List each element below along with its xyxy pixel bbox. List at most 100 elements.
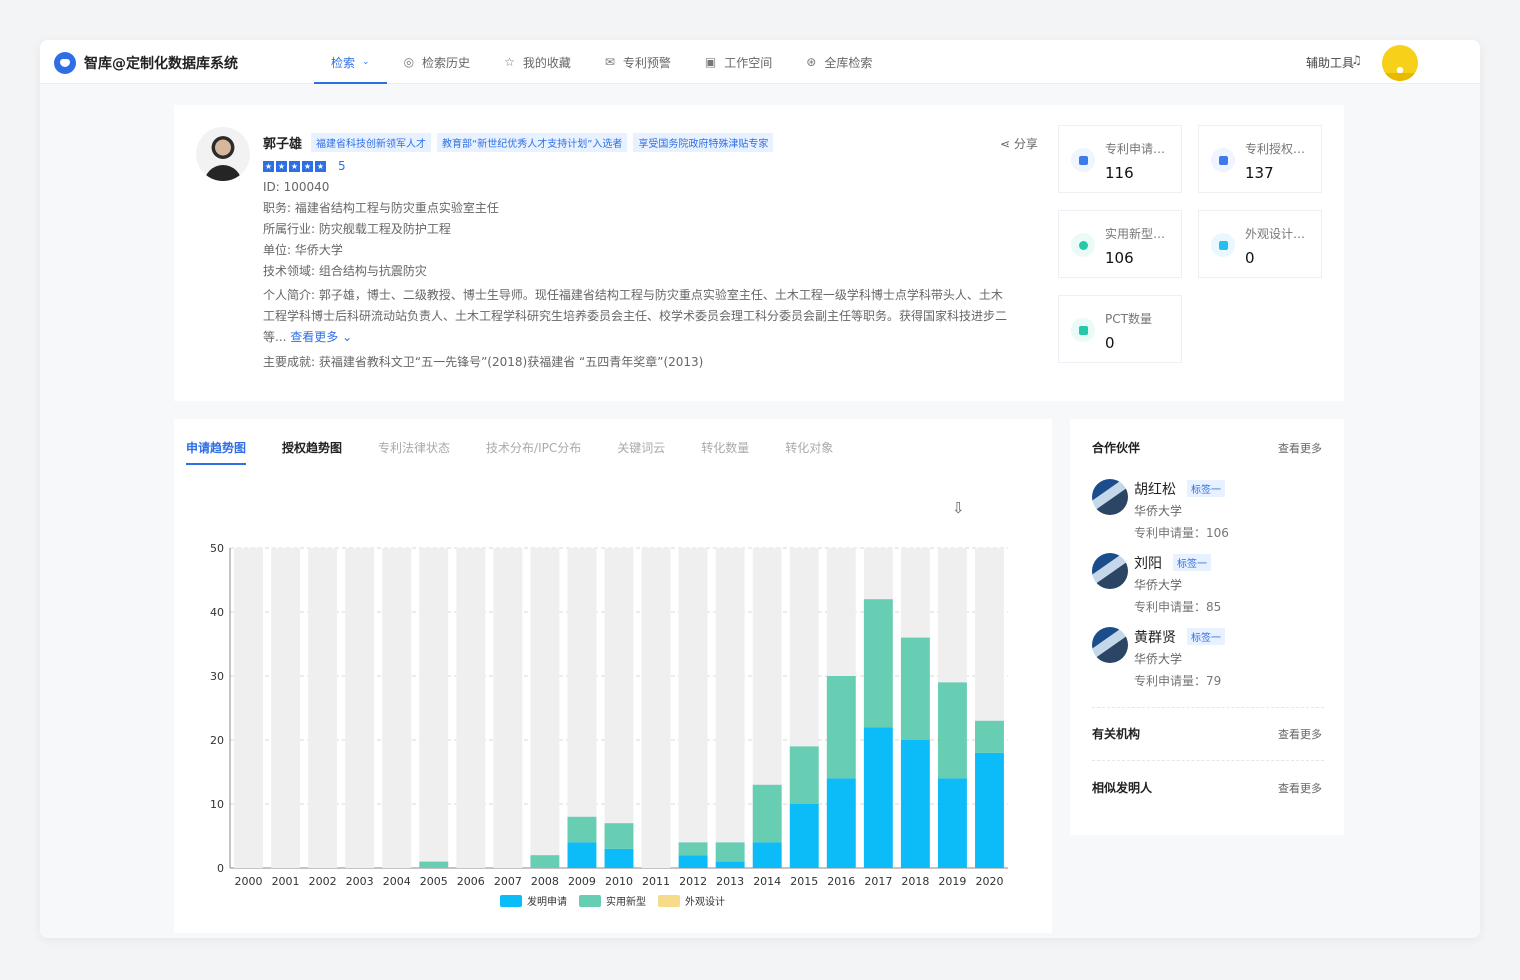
partner-item[interactable]: 胡红松 标签一 华侨大学 专利申请量：106 [1092, 479, 1324, 541]
x-tick-label: 2015 [790, 875, 818, 888]
profile-unit: 单位: 华侨大学 [263, 243, 343, 257]
star-icon: ★ [263, 160, 274, 172]
nav-label: 检索 [331, 55, 356, 70]
rating: ★ ★ ★ ★ ★ 5 [263, 159, 1043, 173]
tab-legal-status[interactable]: 专利法律状态 [378, 439, 450, 465]
profile-tag: 享受国务院政府特殊津贴专家 [633, 132, 774, 152]
bar-实用新型 [567, 816, 597, 843]
profile-photo [196, 127, 250, 181]
stat-label: PCT数量 [1105, 312, 1152, 326]
globe-icon: ⊛ [806, 55, 817, 69]
nav-history[interactable]: ◎ 检索历史 [387, 40, 488, 84]
logo[interactable]: 智库@定制化数据库系统 [54, 52, 238, 74]
bar-background [530, 548, 560, 868]
bar-background [382, 548, 412, 868]
tab-ipc-distribution[interactable]: 技术分布/IPC分布 [486, 439, 581, 465]
legend-swatch [579, 895, 601, 907]
bar-background [271, 548, 301, 868]
bar-background [345, 548, 375, 868]
tools-menu[interactable]: 辅助工具 [1306, 54, 1354, 71]
tab-grant-trend[interactable]: 授权趋势图 [282, 439, 342, 465]
bar-background [493, 548, 523, 868]
bell-icon[interactable]: ♫ [1351, 53, 1362, 67]
share-label: 分享 [1013, 137, 1038, 151]
tab-conversion-count[interactable]: 转化数量 [701, 439, 749, 465]
bar-实用新型 [678, 842, 708, 856]
nav-warning[interactable]: ✉ 专利预警 [588, 40, 688, 84]
profile-tag: 福建省科技创新领军人才 [311, 132, 432, 152]
bar-background [715, 548, 745, 868]
x-tick-label: 2016 [827, 875, 855, 888]
nav-favorites[interactable]: ☆ 我的收藏 [487, 40, 588, 84]
x-tick-label: 2019 [938, 875, 966, 888]
star-icon: ☆ [504, 55, 515, 69]
x-tick-label: 2020 [975, 875, 1003, 888]
tab-application-trend[interactable]: 申请趋势图 [186, 439, 247, 465]
x-tick-label: 2001 [272, 875, 300, 888]
tab-keyword-cloud[interactable]: 关键词云 [617, 439, 665, 465]
partner-tag: 标签一 [1187, 628, 1225, 645]
stacked-bar-chart: 0 10 20 30 40 50 2000 2001 2002 2003 2004 2005 2006 2… [210, 542, 1008, 908]
institutions-more-link[interactable]: 查看更多 [1278, 726, 1322, 742]
inventors-more-link[interactable]: 查看更多 [1278, 780, 1322, 796]
stat-label: 外观设计数量 [1245, 227, 1315, 241]
download-icon[interactable]: ⇩ [952, 499, 965, 517]
partners-more-link[interactable]: 查看更多 [1278, 440, 1322, 456]
bar-发明申请 [937, 778, 967, 868]
mail-icon: ✉ [604, 55, 615, 69]
x-tick-label: 2007 [494, 875, 522, 888]
partner-org: 华侨大学 [1134, 578, 1183, 592]
pct-icon [1071, 318, 1095, 342]
view-more-link[interactable]: 查看更多 [290, 330, 338, 344]
bar-发明申请 [752, 842, 782, 868]
bar-实用新型 [604, 823, 634, 849]
x-tick-label: 2003 [346, 875, 374, 888]
stat-patent-grants: 专利授权数量 137 [1198, 125, 1322, 193]
y-tick-label: 30 [210, 670, 224, 683]
bar-实用新型 [975, 720, 1004, 753]
nav-global-search[interactable]: ⊛ 全库检索 [789, 40, 889, 84]
divider [1092, 760, 1324, 761]
nav-label: 检索历史 [422, 55, 471, 70]
bar-实用新型 [937, 682, 967, 779]
star-icon: ★ [302, 160, 313, 172]
bar-background [678, 548, 708, 868]
shield-icon [1071, 233, 1095, 257]
x-tick-label: 2010 [605, 875, 633, 888]
star-icon: ★ [276, 160, 287, 172]
tab-conversion-target[interactable]: 转化对象 [785, 439, 833, 465]
x-tick-label: 2000 [235, 875, 263, 888]
clipboard-icon [1211, 233, 1235, 257]
bar-发明申请 [604, 848, 634, 868]
profile-achievements: 主要成就: 获福建省教科文卫“五一先锋号”(2018)获福建省 “五四青年奖章”… [263, 355, 704, 369]
chevron-down-icon: ⌄ [338, 330, 353, 344]
bar-发明申请 [975, 752, 1004, 868]
nav-workspace[interactable]: ▣ 工作空间 [688, 40, 789, 84]
partner-item[interactable]: 黄群贤 标签一 华侨大学 专利申请量：79 [1092, 627, 1324, 689]
legend-label: 发明申请 [527, 895, 567, 908]
nav-search[interactable]: 检索 ⌄ [314, 40, 387, 84]
y-tick-label: 0 [217, 862, 224, 875]
bar-background [419, 548, 449, 868]
y-tick-label: 10 [210, 798, 224, 811]
bar-background [604, 548, 634, 868]
stat-patent-applications: 专利申请数量 116 [1058, 125, 1182, 193]
user-avatar[interactable] [1382, 45, 1418, 81]
trend-chart-panel: 申请趋势图 授权趋势图 专利法律状态 技术分布/IPC分布 关键词云 转化数量 … [174, 419, 1052, 933]
intro-line: 个人简介: 郭子雄，博士、二级教授、博士生导师。现任福建省结构工程与防灾重点实验… [263, 288, 1003, 302]
partner-item[interactable]: 刘阳 标签一 华侨大学 专利申请量：85 [1092, 553, 1324, 615]
chart-tabs: 申请趋势图 授权趋势图 专利法律状态 技术分布/IPC分布 关键词云 转化数量 … [186, 439, 869, 465]
stat-value: 137 [1245, 164, 1274, 182]
app-window: 智库@定制化数据库系统 检索 ⌄ ◎ 检索历史 ☆ 我的收藏 ✉ 专利预警 ▣ 工作空间 … [40, 40, 1480, 938]
legend-label: 实用新型 [606, 895, 646, 908]
partner-org: 华侨大学 [1134, 652, 1183, 666]
profile-name: 郭子雄 [263, 136, 303, 152]
bar-发明申请 [715, 861, 745, 868]
x-tick-label: 2002 [309, 875, 337, 888]
bar-发明申请 [826, 778, 856, 868]
bar-发明申请 [567, 842, 597, 868]
intro-line: 等... [263, 330, 291, 344]
x-tick-label: 2008 [531, 875, 559, 888]
share-button[interactable]: ⋖ 分享 [1000, 135, 1038, 152]
history-icon: ◎ [403, 55, 415, 69]
